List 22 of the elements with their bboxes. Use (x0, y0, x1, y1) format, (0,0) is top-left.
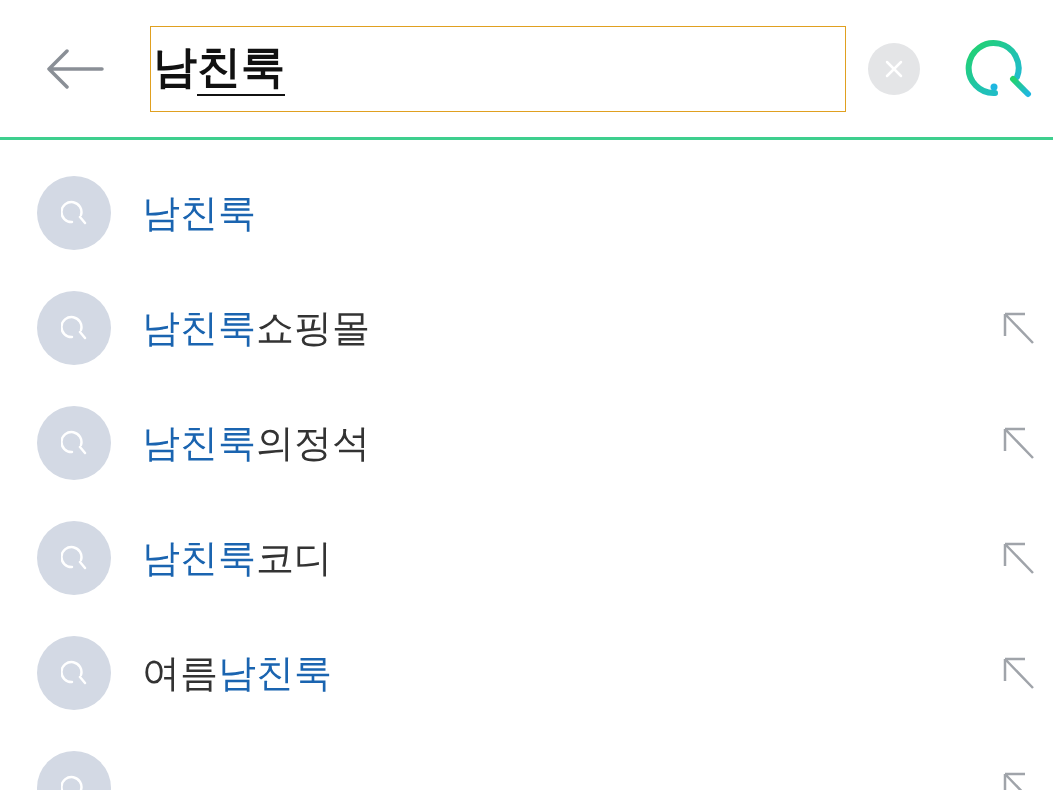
suggestion-text[interactable]: 남친룩코디 (142, 521, 1002, 595)
suggestion-text[interactable]: 남친룩 (142, 176, 1036, 250)
search-icon (61, 315, 87, 341)
suggestion-text[interactable]: 남친룩쇼핑몰 (142, 291, 1002, 365)
up-left-arrow-icon (1003, 311, 1035, 345)
up-left-arrow-icon (1003, 541, 1035, 575)
suggestion-text[interactable]: 여름남친룩 (142, 636, 1002, 710)
fill-query-button[interactable] (1002, 540, 1036, 576)
back-arrow-icon (46, 48, 104, 89)
suggestion-text[interactable]: 남친룩의정석 (142, 406, 1002, 480)
search-input-field[interactable]: 남친룩 (150, 25, 846, 112)
fill-query-button[interactable] (1002, 310, 1036, 346)
up-left-arrow-icon (1003, 656, 1035, 690)
clear-button[interactable] (868, 42, 920, 95)
up-left-arrow-icon (1003, 426, 1035, 460)
fill-query-button[interactable] (1002, 425, 1036, 461)
search-icon (61, 545, 87, 571)
search-icon (61, 200, 87, 226)
search-icon (61, 430, 87, 456)
fill-query-button[interactable] (1002, 655, 1036, 691)
search-icon (61, 660, 87, 686)
close-icon (885, 59, 903, 78)
